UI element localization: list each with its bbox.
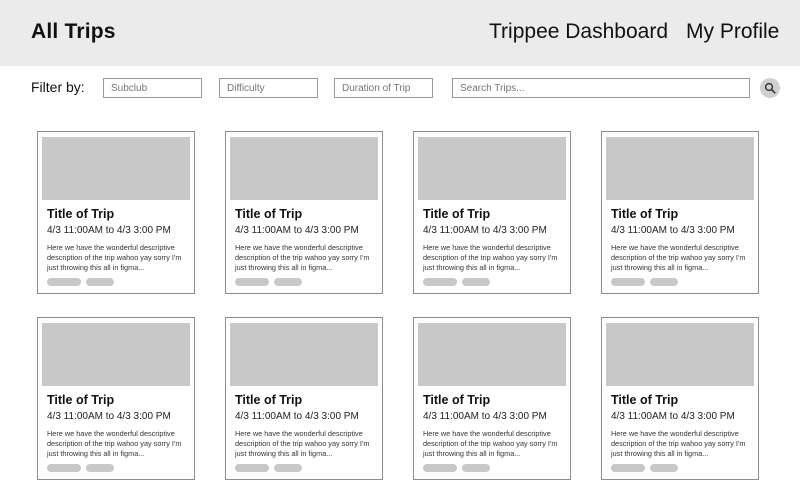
trip-image-placeholder	[606, 323, 754, 386]
trip-image-placeholder	[230, 137, 378, 200]
trip-tag	[274, 278, 302, 286]
trip-title: Title of Trip	[235, 393, 303, 407]
trip-time: 4/3 11:00AM to 4/3 3:00 PM	[611, 225, 735, 236]
trip-time: 4/3 11:00AM to 4/3 3:00 PM	[235, 225, 359, 236]
trip-description: Here we have the wonderful descriptive d…	[611, 429, 746, 458]
trip-time: 4/3 11:00AM to 4/3 3:00 PM	[423, 411, 547, 422]
trip-description: Here we have the wonderful descriptive d…	[423, 243, 558, 272]
trip-title: Title of Trip	[611, 207, 679, 221]
search-button[interactable]	[760, 78, 780, 98]
trip-image-placeholder	[230, 323, 378, 386]
trip-card[interactable]: Title of Trip 4/3 11:00AM to 4/3 3:00 PM…	[225, 317, 383, 480]
trip-card[interactable]: Title of Trip 4/3 11:00AM to 4/3 3:00 PM…	[37, 317, 195, 480]
trip-tag	[462, 278, 490, 286]
trip-description: Here we have the wonderful descriptive d…	[611, 243, 746, 272]
search-input[interactable]	[452, 78, 750, 98]
trip-time: 4/3 11:00AM to 4/3 3:00 PM	[611, 411, 735, 422]
trip-title: Title of Trip	[423, 393, 491, 407]
trip-time: 4/3 11:00AM to 4/3 3:00 PM	[235, 411, 359, 422]
trip-time: 4/3 11:00AM to 4/3 3:00 PM	[423, 225, 547, 236]
trip-title: Title of Trip	[423, 207, 491, 221]
trip-tag	[274, 464, 302, 472]
app-header: All Trips Trippee Dashboard My Profile	[0, 0, 800, 66]
trip-tag	[235, 464, 269, 472]
trip-image-placeholder	[42, 137, 190, 200]
page-title: All Trips	[31, 20, 116, 43]
subclub-filter[interactable]	[103, 78, 202, 98]
trip-description: Here we have the wonderful descriptive d…	[47, 429, 182, 458]
nav-my-profile[interactable]: My Profile	[686, 20, 779, 44]
trip-card[interactable]: Title of Trip 4/3 11:00AM to 4/3 3:00 PM…	[37, 131, 195, 294]
trip-image-placeholder	[418, 137, 566, 200]
filter-label: Filter by:	[31, 79, 85, 95]
trip-tag	[462, 464, 490, 472]
trip-image-placeholder	[418, 323, 566, 386]
nav-trippee-dashboard[interactable]: Trippee Dashboard	[489, 20, 668, 44]
trip-image-placeholder	[42, 323, 190, 386]
trip-card[interactable]: Title of Trip 4/3 11:00AM to 4/3 3:00 PM…	[225, 131, 383, 294]
trip-title: Title of Trip	[235, 207, 303, 221]
trip-time: 4/3 11:00AM to 4/3 3:00 PM	[47, 411, 171, 422]
trip-description: Here we have the wonderful descriptive d…	[423, 429, 558, 458]
trip-tag	[650, 464, 678, 472]
trip-tag	[235, 278, 269, 286]
search-icon	[764, 82, 776, 94]
trip-tag	[47, 278, 81, 286]
trip-tag	[47, 464, 81, 472]
trip-description: Here we have the wonderful descriptive d…	[235, 243, 370, 272]
trip-title: Title of Trip	[47, 207, 115, 221]
trip-card[interactable]: Title of Trip 4/3 11:00AM to 4/3 3:00 PM…	[601, 317, 759, 480]
trip-card[interactable]: Title of Trip 4/3 11:00AM to 4/3 3:00 PM…	[601, 131, 759, 294]
trip-card[interactable]: Title of Trip 4/3 11:00AM to 4/3 3:00 PM…	[413, 131, 571, 294]
trip-tag	[611, 278, 645, 286]
trip-tag	[86, 278, 114, 286]
trip-title: Title of Trip	[47, 393, 115, 407]
trip-image-placeholder	[606, 137, 754, 200]
trip-title: Title of Trip	[611, 393, 679, 407]
trip-tag	[423, 464, 457, 472]
trip-tag	[650, 278, 678, 286]
trip-tag	[86, 464, 114, 472]
difficulty-filter[interactable]	[219, 78, 318, 98]
trip-card[interactable]: Title of Trip 4/3 11:00AM to 4/3 3:00 PM…	[413, 317, 571, 480]
trip-tag	[423, 278, 457, 286]
trip-description: Here we have the wonderful descriptive d…	[47, 243, 182, 272]
duration-filter[interactable]	[334, 78, 433, 98]
trip-description: Here we have the wonderful descriptive d…	[235, 429, 370, 458]
trip-tag	[611, 464, 645, 472]
trip-time: 4/3 11:00AM to 4/3 3:00 PM	[47, 225, 171, 236]
